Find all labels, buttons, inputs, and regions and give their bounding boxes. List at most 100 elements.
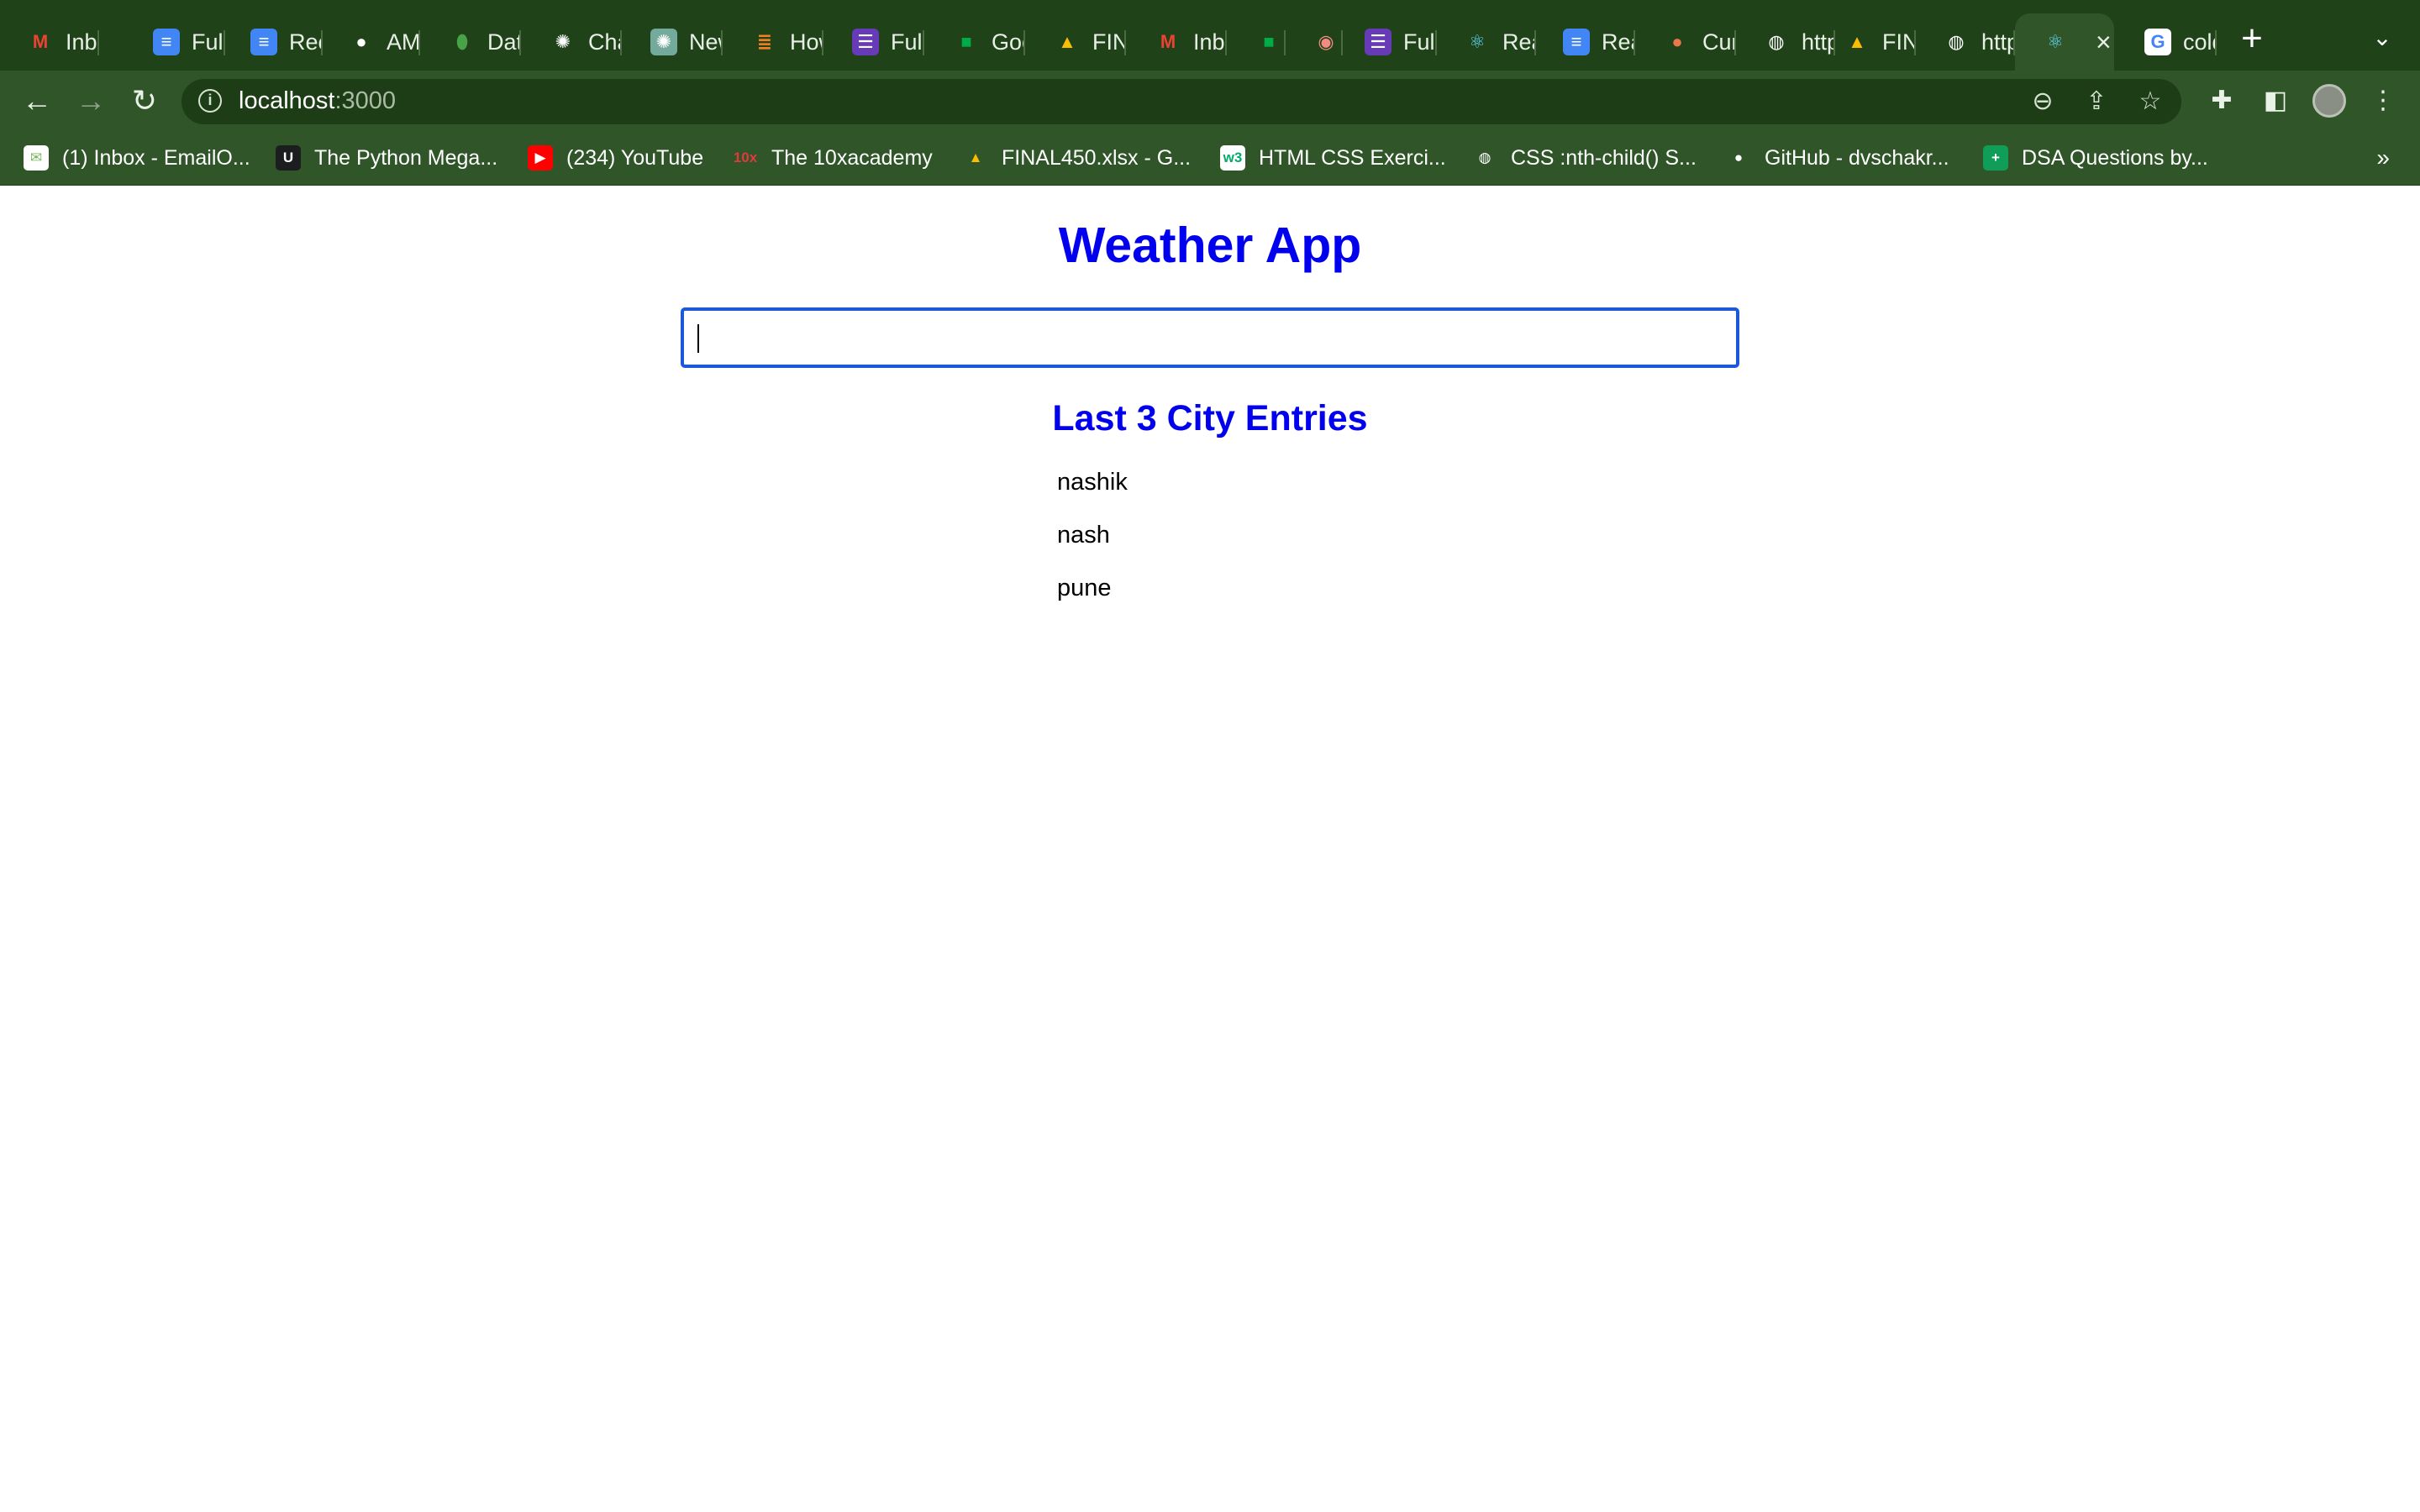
bookmark-item[interactable]: ▲ FINAL450.xlsx - G... — [963, 143, 1191, 173]
tab-label: Rec — [289, 29, 321, 55]
browser-tab[interactable]: M Inbox — [0, 13, 99, 71]
globe-icon: ◍ — [1478, 150, 1491, 165]
profile-avatar[interactable] — [2312, 84, 2346, 118]
browser-tab[interactable]: ☰ Full — [1338, 13, 1437, 71]
bookmark-label: The Python Mega... — [314, 145, 498, 170]
bookmark-label: FINAL450.xlsx - G... — [1002, 145, 1192, 170]
address-bar[interactable]: i localhost:3000 ⊖ ⇪ ☆ — [182, 79, 2181, 124]
react-icon: ⚛ — [2047, 31, 2064, 52]
entries-heading: Last 3 City Entries — [1052, 398, 1368, 438]
udemy-icon: U — [276, 145, 301, 171]
city-entries-list: nashik nash pune — [1057, 469, 1128, 627]
browser-tab[interactable]: ≡ Full — [126, 13, 225, 71]
url-port: :3000 — [334, 87, 397, 114]
tab-separator — [1124, 30, 1126, 55]
gmail-icon: M — [1160, 31, 1176, 52]
new-tab-button[interactable]: + — [2235, 20, 2269, 57]
text-caret — [697, 324, 699, 353]
forward-arrow-icon[interactable]: → — [72, 82, 109, 119]
docs-icon: ≡ — [153, 29, 180, 55]
browser-tab[interactable]: ☰ Full — [825, 13, 924, 71]
bookmark-item[interactable]: w3 HTML CSS Exerci... — [1220, 143, 1446, 173]
bookmark-star-icon[interactable]: ☆ — [2136, 87, 2165, 116]
city-search-input[interactable] — [681, 307, 1739, 368]
sheets-icon: + — [1983, 145, 2008, 171]
google-icon: G — [2144, 29, 2171, 55]
browser-menu-icon[interactable]: ⋮ — [2366, 84, 2400, 118]
browser-tab[interactable]: ■ Goo — [926, 13, 1025, 71]
share-icon[interactable]: ⇪ — [2082, 87, 2111, 116]
browser-tab[interactable]: ✺ Cha — [523, 13, 622, 71]
browser-tab[interactable]: ⚛ Rea — [1437, 13, 1536, 71]
drive-icon: ▲ — [968, 150, 983, 165]
docs-icon: ≡ — [1563, 29, 1590, 55]
bookmark-label: DSA Questions by... — [2022, 145, 2208, 170]
bookmark-item[interactable]: ▶ (234) YouTube — [528, 143, 703, 173]
browser-tab[interactable]: M Inb — [1128, 13, 1227, 71]
reload-icon[interactable]: ↻ — [126, 82, 163, 119]
mongodb-icon: ⬮ — [456, 31, 468, 52]
page-title: Weather App — [1058, 218, 1362, 273]
tab-label: Goo — [992, 29, 1023, 55]
back-arrow-icon[interactable]: ← — [18, 82, 55, 119]
tab-separator — [519, 30, 521, 55]
browser-tab[interactable]: Gcold — [2118, 13, 2217, 71]
city-entry: nash — [1057, 522, 1110, 549]
zoom-icon[interactable]: ⊖ — [2028, 87, 2057, 116]
browser-tab[interactable]: ■ — [1228, 13, 1286, 71]
browser-tab[interactable]: ▲ FIN — [1027, 13, 1126, 71]
w3schools-icon: w3 — [1220, 145, 1245, 171]
browser-tab[interactable]: ⚛ × — [2015, 13, 2114, 71]
side-panel-icon[interactable]: ◧ — [2259, 84, 2292, 118]
stackoverflow-icon: ≣ — [756, 31, 773, 52]
bookmark-item[interactable]: ✉ (1) Inbox - EmailO... — [24, 143, 250, 173]
openai-icon: ✺ — [650, 29, 677, 55]
tab-label: http — [1981, 29, 2013, 55]
browser-tab[interactable]: ≡ Rec — [224, 13, 323, 71]
bookmark-item[interactable]: 10x The 10xacademy — [733, 143, 933, 173]
tab-label: FIN — [1882, 29, 1914, 55]
browser-tab[interactable]: ● AM — [321, 13, 420, 71]
tab-label: Full — [1403, 29, 1435, 55]
bookmark-label: (1) Inbox - EmailO... — [62, 145, 250, 170]
browser-tab[interactable]: ≡ Rea — [1536, 13, 1635, 71]
site-info-icon[interactable]: i — [198, 89, 222, 113]
tab-label: Rea — [1502, 29, 1534, 55]
bookmark-label: (234) YouTube — [566, 145, 704, 170]
tab-separator — [923, 30, 924, 55]
bookmark-item[interactable]: U The Python Mega... — [276, 143, 497, 173]
mushroom-icon: ● — [1671, 31, 1683, 52]
close-tab-icon[interactable]: × — [2096, 27, 2112, 58]
bookmark-item[interactable]: ● GitHub - dvschakr... — [1726, 143, 1949, 173]
city-entry: pune — [1057, 575, 1112, 601]
tab-separator — [620, 30, 622, 55]
extensions-puzzle-icon[interactable]: ✚ — [2205, 84, 2238, 118]
drive-icon: ▲ — [1058, 31, 1076, 52]
meet-icon: ■ — [1263, 31, 1275, 52]
tab-separator — [1023, 30, 1025, 55]
browser-tab[interactable]: ◉ — [1286, 13, 1343, 71]
gmail-icon: M — [32, 31, 49, 52]
tab-separator — [2215, 30, 2217, 55]
more-bookmarks-icon[interactable]: » — [2376, 143, 2390, 173]
tab-separator — [1634, 30, 1635, 55]
react-icon: ⚛ — [1469, 31, 1486, 52]
browser-tab[interactable]: ≣ How — [724, 13, 823, 71]
browser-tab[interactable]: ⬮ Dat — [422, 13, 521, 71]
docs-icon: ≡ — [250, 29, 277, 55]
browser-tab[interactable]: ✺ New — [623, 13, 723, 71]
tab-label: How — [790, 29, 822, 55]
email-icon: ✉ — [24, 145, 49, 171]
record-icon: ◉ — [1318, 31, 1334, 52]
bookmark-item[interactable]: + DSA Questions by... — [1983, 143, 2208, 173]
github-icon: ● — [1733, 150, 1744, 165]
browser-tab[interactable]: ◍ http — [1916, 13, 2015, 71]
bookmark-item[interactable]: ◍ CSS :nth-child() S... — [1472, 143, 1697, 173]
browser-tab[interactable]: ▲ FIN — [1817, 13, 1916, 71]
browser-tab[interactable]: ● Cur — [1637, 13, 1736, 71]
tab-strip: MInbox≡Full≡Rec●AM⬮Dat✺Cha✺New≣How☰Full■… — [0, 0, 2420, 71]
bookmark-label: The 10xacademy — [771, 145, 933, 170]
globe-icon: ◍ — [1948, 31, 1965, 52]
tab-search-chevron-icon[interactable]: ⌄ — [2370, 25, 2395, 50]
tab-label: Inb — [1193, 29, 1225, 55]
